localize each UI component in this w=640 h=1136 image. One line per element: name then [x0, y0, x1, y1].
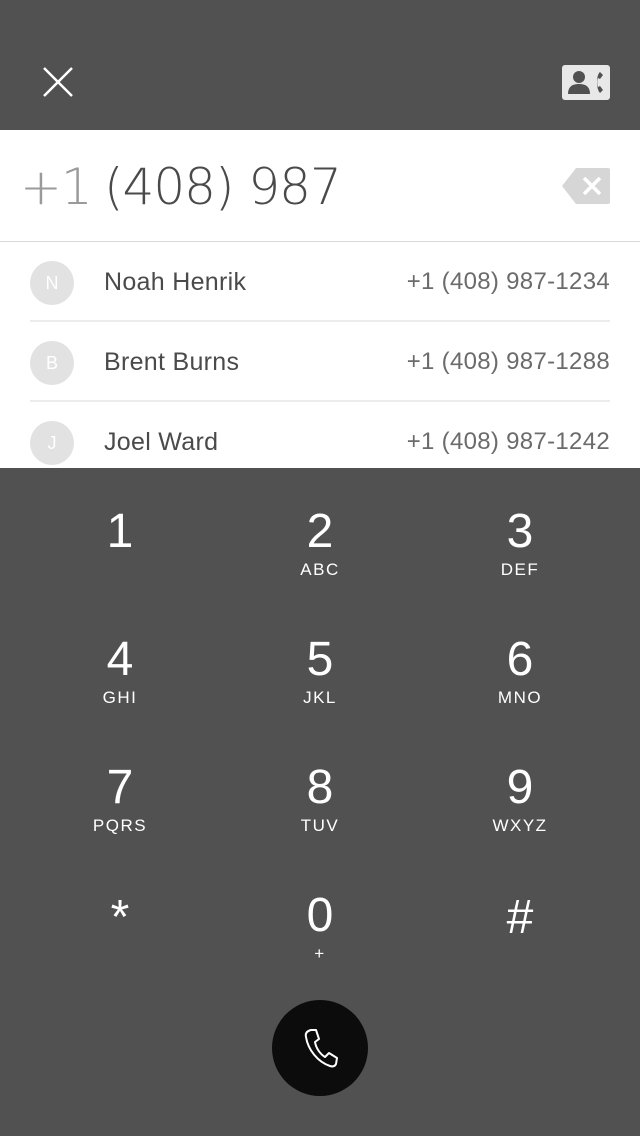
- key-digit: 5: [306, 633, 334, 686]
- key-letters: DEF: [500, 560, 540, 579]
- contact-name: Brent Burns: [104, 348, 240, 376]
- key-hash[interactable]: #: [430, 852, 610, 962]
- key-letters: GHI: [102, 688, 138, 707]
- key-8[interactable]: 8 TUV: [230, 724, 410, 835]
- contact-name: Joel Ward: [104, 428, 219, 456]
- avatar: N: [30, 261, 74, 305]
- key-digit: 8: [306, 761, 334, 814]
- key-letters: TUV: [300, 816, 340, 835]
- key-letters: +: [314, 944, 326, 963]
- key-digit: *: [110, 891, 130, 944]
- contact-row[interactable]: B Brent Burns +1 (408) 987-1288: [30, 322, 610, 402]
- key-1[interactable]: 1: [30, 468, 210, 578]
- contact-phone: +1 (408) 987-1288: [406, 348, 610, 375]
- key-4[interactable]: 4 GHI: [30, 596, 210, 707]
- key-digit: 0: [306, 889, 334, 942]
- contact-phone: +1 (408) 987-1234: [406, 268, 610, 295]
- key-digit: 9: [506, 761, 534, 814]
- key-digit: 7: [106, 761, 134, 814]
- country-code: +1: [20, 158, 93, 216]
- contact-phone: +1 (408) 987-1242: [406, 428, 610, 455]
- key-0[interactable]: 0 +: [230, 852, 410, 963]
- contact-name: Noah Henrik: [104, 268, 247, 296]
- dialed-number[interactable]: (408) 987: [104, 158, 342, 216]
- key-letters: PQRS: [92, 816, 148, 835]
- contact-results-list: N Noah Henrik +1 (408) 987-1234 B Brent …: [0, 242, 640, 468]
- key-3[interactable]: 3 DEF: [430, 468, 610, 579]
- key-6[interactable]: 6 MNO: [430, 596, 610, 707]
- contact-row[interactable]: N Noah Henrik +1 (408) 987-1234: [30, 242, 610, 322]
- key-digit: 3: [506, 505, 534, 558]
- key-letters: MNO: [497, 688, 543, 707]
- key-2[interactable]: 2 ABC: [230, 468, 410, 579]
- key-digit: 6: [506, 633, 534, 686]
- key-digit: 2: [306, 505, 334, 558]
- contacts-button[interactable]: [562, 65, 610, 100]
- key-letters: JKL: [303, 688, 337, 707]
- key-digit: 1: [106, 505, 134, 558]
- phone-icon: [304, 1029, 338, 1068]
- close-icon: [43, 67, 73, 97]
- avatar: B: [30, 341, 74, 385]
- call-button[interactable]: [272, 1000, 368, 1096]
- backspace-button[interactable]: [562, 168, 610, 204]
- key-star[interactable]: *: [30, 852, 210, 962]
- key-5[interactable]: 5 JKL: [230, 596, 410, 707]
- number-display: +1 (408) 987: [0, 130, 640, 242]
- key-9[interactable]: 9 WXYZ: [430, 724, 610, 835]
- key-letters: ABC: [300, 560, 340, 579]
- backspace-icon: [562, 168, 610, 204]
- key-digit: #: [506, 891, 534, 944]
- key-letters: WXYZ: [492, 816, 548, 835]
- top-bar: [0, 0, 640, 130]
- key-digit: 4: [106, 633, 134, 686]
- contacts-call-icon: [562, 65, 610, 100]
- avatar: J: [30, 421, 74, 465]
- contact-row[interactable]: J Joel Ward +1 (408) 987-1242: [30, 402, 610, 468]
- key-7[interactable]: 7 PQRS: [30, 724, 210, 835]
- close-button[interactable]: [38, 62, 78, 102]
